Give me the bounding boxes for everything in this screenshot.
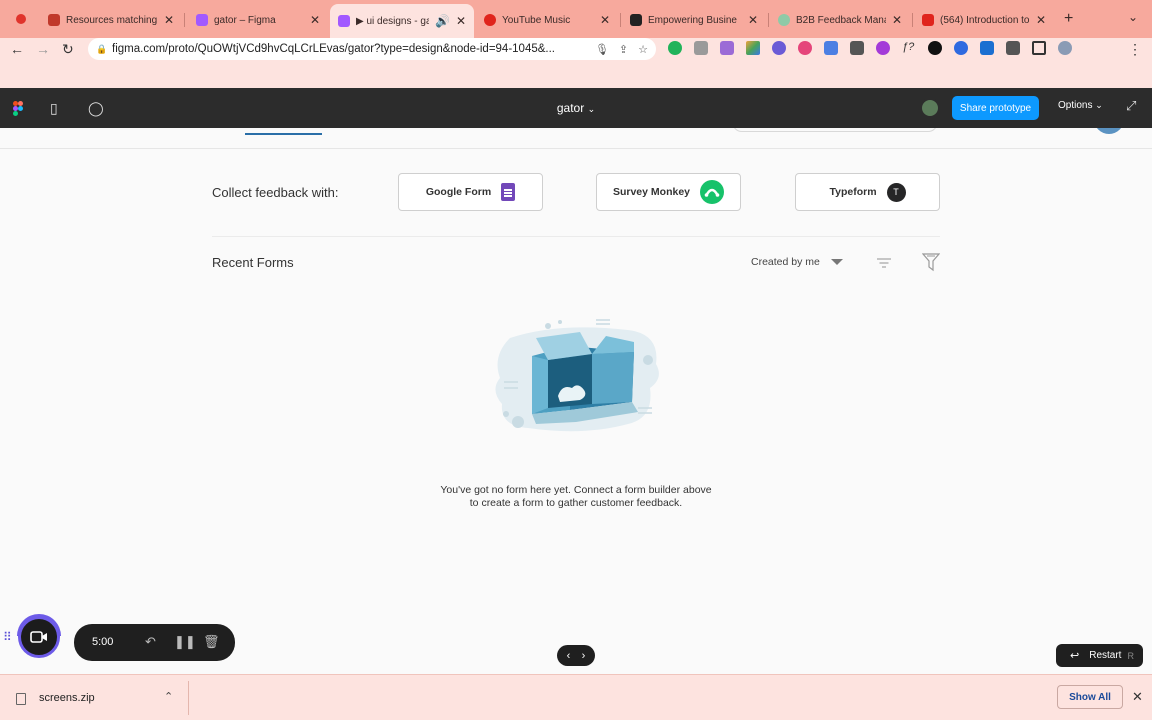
- section-divider: [212, 236, 940, 237]
- options-menu[interactable]: Options ⌄: [1058, 100, 1103, 111]
- microphone-icon[interactable]: 🎙: [595, 43, 609, 56]
- share-prototype-button[interactable]: Share prototype: [952, 96, 1039, 120]
- expand-icon[interactable]: ⤢: [1126, 98, 1136, 114]
- tab-search-button[interactable]: ⌄: [1128, 10, 1138, 24]
- media-extension-icon[interactable]: [798, 41, 812, 55]
- caret-down-icon[interactable]: [831, 259, 843, 265]
- figma-favicon-icon: [196, 14, 208, 26]
- back-icon[interactable]: ←: [10, 41, 24, 57]
- globe-extension-icon[interactable]: [954, 41, 968, 55]
- download-shelf: screens.zip ⌃ Show All ✕: [0, 674, 1152, 720]
- browser-tab-empowering-business[interactable]: Empowering Busine ✕: [622, 6, 766, 34]
- undo-icon[interactable]: ↶: [145, 634, 156, 650]
- next-frame-icon[interactable]: ›: [582, 650, 586, 662]
- download-file-name[interactable]: screens.zip: [39, 692, 95, 704]
- file-icon: [16, 693, 26, 705]
- new-tab-button[interactable]: +: [1064, 10, 1073, 28]
- active-tab-underline: [245, 133, 322, 135]
- share-icon[interactable]: ⇪: [619, 43, 628, 56]
- restart-button[interactable]: ↩ Restart R: [1056, 644, 1143, 667]
- sort-icon[interactable]: [876, 256, 892, 270]
- video-camera-icon: [30, 631, 47, 643]
- browser-tab-bar: Resources matching ✕ gator – Figma ✕ ▶ u…: [0, 0, 1152, 38]
- browser-tab-introduction[interactable]: (564) Introduction to ✕: [914, 6, 1054, 34]
- browser-toolbar: ← → ↻ 🔒 figma.com/proto/QuOWtjVCd9hvCqLC…: [0, 38, 1152, 88]
- s-extension-icon[interactable]: [928, 41, 942, 55]
- created-by-filter[interactable]: Created by me: [751, 256, 820, 268]
- pause-icon[interactable]: ❚❚: [174, 634, 196, 650]
- translate-extension-icon[interactable]: [824, 41, 838, 55]
- google-form-button[interactable]: Google Form: [398, 173, 543, 211]
- tab-close-icon[interactable]: ✕: [456, 14, 466, 28]
- camera-extension-icon[interactable]: [694, 41, 708, 55]
- circle-extension-icon[interactable]: [876, 41, 890, 55]
- forward-icon[interactable]: →: [36, 41, 50, 57]
- header-divider: [0, 148, 1152, 149]
- chevron-down-icon: ⌄: [587, 104, 596, 114]
- browser-tab-resources[interactable]: Resources matching ✕: [40, 6, 182, 34]
- profile-avatar-icon[interactable]: [1058, 41, 1072, 55]
- chevron-down-icon: ⌄: [1095, 100, 1103, 110]
- puzzle-extensions-icon[interactable]: [1006, 41, 1020, 55]
- surveymonkey-icon: [700, 180, 725, 204]
- recent-forms-title: Recent Forms: [212, 255, 294, 270]
- tab-close-icon[interactable]: ✕: [310, 13, 320, 27]
- browser-tab-ui-designs[interactable]: ▶ ui designs - ga 🔊 ✕: [330, 4, 474, 38]
- typeform-button[interactable]: Typeform T: [795, 173, 940, 211]
- tools-extension-icon[interactable]: [980, 41, 994, 55]
- collect-feedback-label: Collect feedback with:: [212, 185, 339, 200]
- palette-extension-icon[interactable]: [746, 41, 760, 55]
- empty-state-message: You've got no form here yet. Connect a f…: [440, 484, 712, 509]
- address-bar[interactable]: 🔒 figma.com/proto/QuOWtjVCd9hvCqLCrLEvas…: [88, 38, 656, 60]
- recording-timer: 5:00: [92, 636, 114, 648]
- prototype-frame: Collect feedback with: Google Form Surve…: [0, 128, 1152, 674]
- tab-close-icon[interactable]: ✕: [748, 13, 758, 27]
- youtube-music-icon: [484, 14, 496, 26]
- empty-box-illustration: [495, 319, 659, 432]
- recording-indicator-icon: [16, 14, 26, 24]
- image-extension-icon[interactable]: [850, 41, 864, 55]
- tab-audio-icon[interactable]: 🔊: [435, 14, 450, 28]
- previous-frame-icon[interactable]: ‹: [567, 650, 571, 662]
- typeform-icon: T: [886, 182, 906, 202]
- tab-close-icon[interactable]: ✕: [164, 13, 174, 27]
- user-avatar[interactable]: [920, 98, 940, 118]
- youtube-icon: [922, 14, 934, 26]
- tab-close-icon[interactable]: ✕: [1036, 13, 1046, 27]
- camera-toggle-button[interactable]: [18, 616, 60, 658]
- grammarly-extension-icon[interactable]: [668, 41, 682, 55]
- lock-icon: 🔒: [96, 43, 108, 54]
- drag-handle-icon[interactable]: ⠿: [3, 630, 12, 644]
- filter-funnel-icon[interactable]: [922, 252, 940, 272]
- figma-favicon-icon: [338, 15, 350, 27]
- font-extension-icon[interactable]: ƒ?: [902, 41, 916, 55]
- tab-close-icon[interactable]: ✕: [600, 13, 610, 27]
- url-text[interactable]: figma.com/proto/QuOWtjVCd9hvCqLCrLEvas/g…: [112, 43, 585, 55]
- search-field-edge[interactable]: [732, 128, 938, 132]
- prototype-navigation: ‹ ›: [557, 645, 595, 666]
- chevron-up-icon[interactable]: ⌃: [164, 690, 173, 703]
- show-all-button[interactable]: Show All: [1057, 685, 1123, 709]
- tab-close-icon[interactable]: ✕: [892, 13, 902, 27]
- figma-prototype-toolbar: ▯ ◯ gator ⌄ Share prototype Options ⌄ ⤢: [0, 88, 1152, 128]
- google-forms-icon: [501, 183, 516, 201]
- sidebar-panel-icon[interactable]: [1032, 41, 1046, 55]
- pen-extension-icon[interactable]: [720, 41, 734, 55]
- restart-arrow-icon: ↩: [1070, 650, 1080, 662]
- gear-extension-icon[interactable]: [772, 41, 786, 55]
- browser-menu-icon[interactable]: ⋮: [1128, 41, 1142, 58]
- browser-tab-youtube-music[interactable]: YouTube Music ✕: [476, 6, 618, 34]
- reload-icon[interactable]: ↻: [62, 41, 74, 58]
- trash-icon[interactable]: 🗑: [203, 634, 220, 650]
- tab-favicon-icon: [778, 14, 790, 26]
- browser-tab-gator-figma[interactable]: gator – Figma ✕: [188, 6, 328, 34]
- notion-icon: [630, 14, 642, 26]
- bookmark-star-icon[interactable]: ☆: [638, 43, 648, 56]
- tab-favicon-icon: [48, 14, 60, 26]
- close-icon[interactable]: ✕: [1132, 689, 1143, 705]
- browser-tab-b2b-feedback[interactable]: B2B Feedback Mana ✕: [770, 6, 910, 34]
- user-avatar-edge[interactable]: [1094, 128, 1124, 134]
- survey-monkey-button[interactable]: Survey Monkey: [596, 173, 741, 211]
